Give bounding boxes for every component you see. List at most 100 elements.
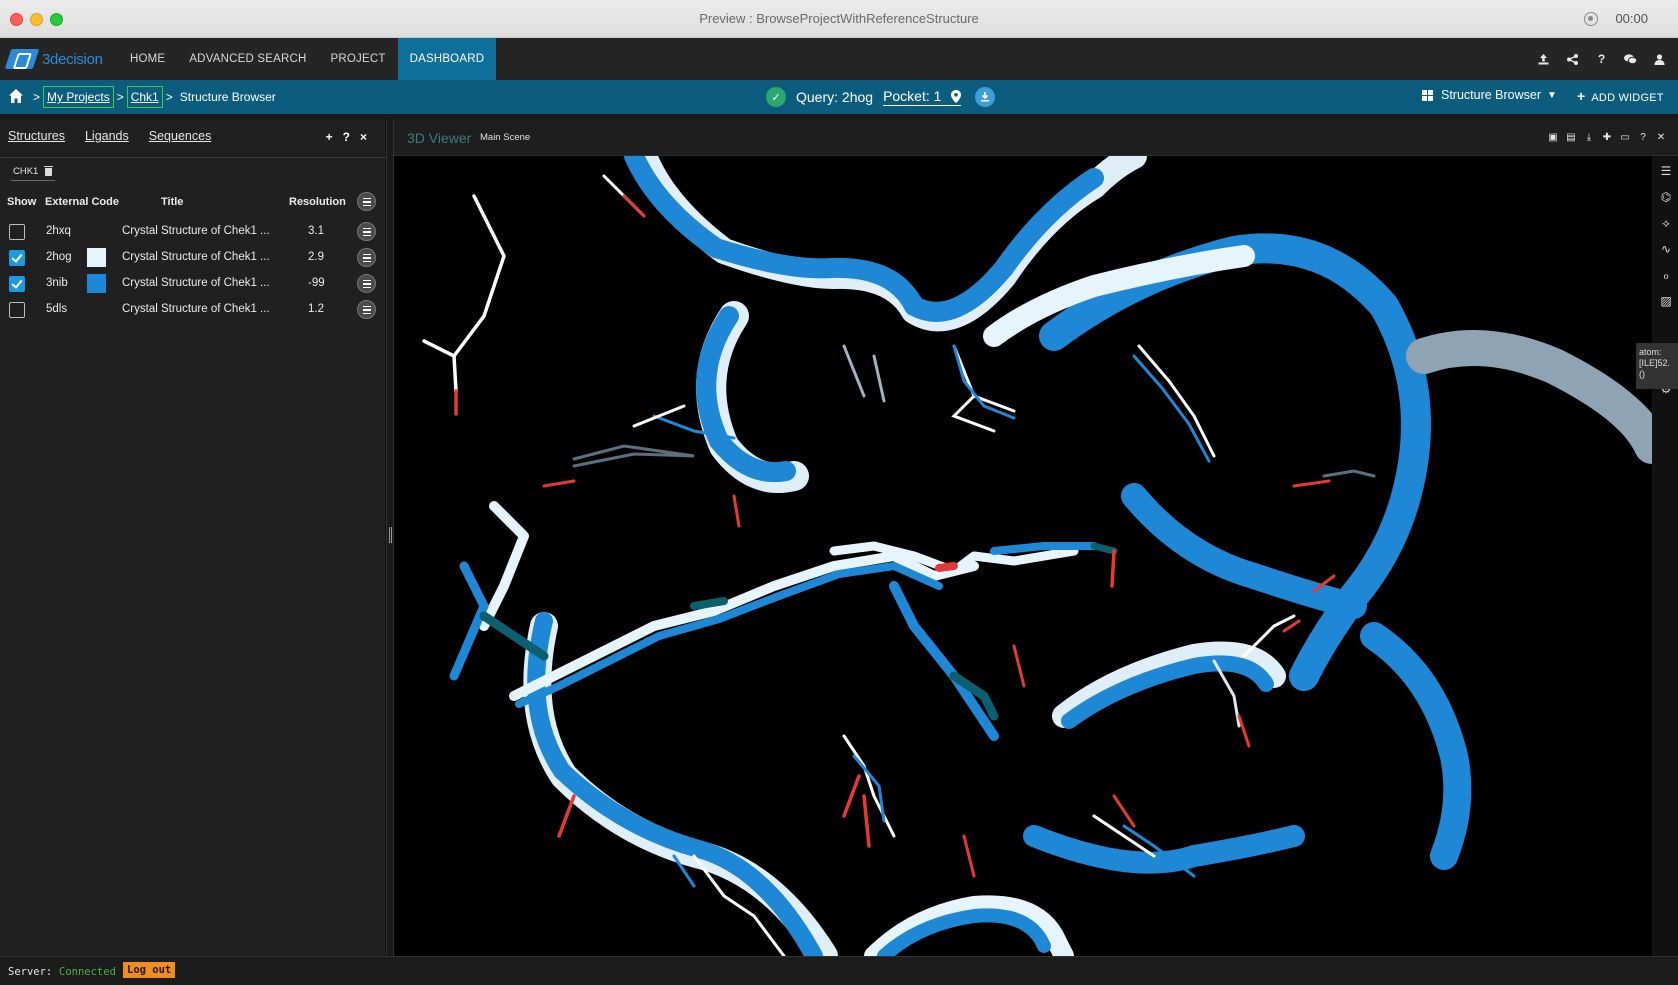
share-icon[interactable] — [1558, 38, 1587, 80]
tab-ligands[interactable]: Ligands — [85, 129, 129, 143]
help-icon[interactable]: ? — [1634, 131, 1652, 144]
structure-title: Crystal Structure of Chek1 ... — [122, 303, 270, 315]
record-icon[interactable] — [1584, 12, 1598, 26]
server-label: Server: — [8, 966, 53, 978]
molecular-scene[interactable] — [394, 156, 1652, 956]
resolution: 2.9 — [308, 251, 324, 263]
tab-structures[interactable]: Structures — [8, 129, 65, 143]
logout-button[interactable]: Log out — [123, 962, 176, 978]
add-widget-label: ADD WIDGET — [1591, 92, 1664, 104]
home-icon[interactable] — [8, 88, 24, 104]
viewer-toolbar: ▣ ▤ ⤓ ✚ ▭ ? ✕ — [1544, 131, 1670, 144]
app-window: Preview : BrowseProjectWithReferenceStru… — [0, 0, 1678, 985]
nav-home[interactable]: HOME — [118, 38, 177, 80]
map-pin-icon — [951, 89, 962, 103]
query-info: ✓ Query: 2hog Pocket: 1 — [766, 85, 996, 109]
row-menu-button[interactable] — [357, 274, 376, 293]
view-selector-dropdown[interactable]: Structure Browser ▼ — [1422, 88, 1557, 102]
structures-table: Show External Code Title Resolution 2hxq… — [0, 187, 386, 321]
surface-icon[interactable]: ⟡ — [1655, 212, 1677, 234]
top-navbar: 3decision HOME ADVANCED SEARCH PROJECT D… — [0, 38, 1678, 80]
breadcrumb-separator: > — [116, 90, 124, 104]
panel-add-button[interactable]: + — [326, 130, 333, 144]
download-icon[interactable]: ⤓ — [1580, 131, 1598, 144]
external-code: 5dls — [46, 303, 68, 315]
structure-title: Crystal Structure of Chek1 ... — [122, 277, 270, 289]
breadcrumb-current: Structure Browser — [179, 90, 276, 104]
help-icon[interactable]: ? — [1587, 38, 1616, 80]
project-tag-label: CHK1 — [13, 166, 39, 177]
structures-panel: Structures Ligands Sequences + ? × CHK1 … — [0, 119, 386, 956]
panel-close-button[interactable]: × — [360, 130, 367, 144]
breadcrumb-chk1[interactable]: Chk1 — [126, 86, 163, 108]
app-logo[interactable]: 3decision — [4, 47, 103, 71]
menu-icon[interactable]: ☰ — [1655, 160, 1677, 182]
atom-tooltip-line: atom: — [1639, 347, 1662, 357]
row-menu-button[interactable] — [357, 248, 376, 267]
chat-icon[interactable] — [1616, 38, 1645, 80]
breadcrumb-toolbar: > My Projects > Chk1 > Structure Browser… — [0, 80, 1678, 114]
table-row: 5dls Crystal Structure of Chek1 ... 1.2 — [0, 295, 386, 321]
column-header-resolution[interactable]: Resolution — [289, 196, 346, 208]
window-titlebar: Preview : BrowseProjectWithReferenceStru… — [0, 0, 1678, 38]
show-checkbox[interactable] — [9, 276, 25, 292]
panel-help-button[interactable]: ? — [343, 130, 350, 144]
nav-icon-group: ? — [1529, 38, 1674, 80]
download-pocket-button[interactable] — [975, 87, 996, 107]
cartoon-icon[interactable]: ▨ — [1655, 290, 1677, 312]
main-nav: HOME ADVANCED SEARCH PROJECT DASHBOARD — [118, 38, 497, 80]
resolution: 1.2 — [308, 303, 324, 315]
column-header-show: Show — [7, 196, 37, 208]
logo-mark-icon — [4, 49, 40, 69]
download-icon — [981, 92, 990, 102]
check-icon: ✓ — [766, 87, 786, 107]
scene-name[interactable]: Main Scene — [480, 132, 530, 143]
close-icon[interactable]: ✕ — [1652, 131, 1670, 144]
pocket-label: Pocket: 1 — [883, 88, 942, 104]
column-header-title[interactable]: Title — [161, 196, 183, 208]
molecule-icon[interactable]: ⌬ — [1655, 186, 1677, 208]
tab-sequences[interactable]: Sequences — [149, 129, 212, 143]
save-icon[interactable]: ▤ — [1562, 131, 1580, 144]
external-code: 3nib — [46, 277, 68, 289]
nav-advanced-search[interactable]: ADVANCED SEARCH — [177, 38, 318, 80]
structure-color-swatch[interactable] — [87, 274, 106, 293]
pocket-selector[interactable]: Pocket: 1 — [883, 88, 962, 106]
nav-project[interactable]: PROJECT — [318, 38, 397, 80]
panel-resize-handle[interactable] — [386, 119, 394, 956]
structure-color-swatch[interactable] — [87, 248, 106, 267]
server-status: Connected — [59, 966, 116, 978]
show-checkbox[interactable] — [9, 250, 25, 266]
logo-text: 3decision — [42, 50, 103, 68]
row-menu-button[interactable] — [357, 222, 376, 241]
grid-icon — [1422, 89, 1433, 101]
atom-tooltip: atom: [ILE]52. () — [1636, 343, 1678, 389]
image-icon[interactable]: ▣ — [1544, 131, 1562, 144]
row-menu-button[interactable] — [357, 300, 376, 319]
viewer-header: 3D Viewer Main Scene ▣ ▤ ⤓ ✚ ▭ ? ✕ — [394, 119, 1678, 156]
column-header-external-code[interactable]: External Code — [45, 196, 119, 208]
status-bar: Server: Connected Log out — [0, 956, 1678, 985]
caret-down-icon: ▼ — [1547, 89, 1557, 101]
add-icon[interactable]: ✚ — [1598, 131, 1616, 144]
upload-icon[interactable] — [1529, 38, 1558, 80]
show-checkbox[interactable] — [9, 302, 25, 318]
table-row: 3nib Crystal Structure of Chek1 ... -99 — [0, 269, 386, 295]
structure-title: Crystal Structure of Chek1 ... — [122, 225, 270, 237]
breadcrumb-my-projects[interactable]: My Projects — [43, 86, 114, 108]
screen-icon[interactable]: ▭ — [1616, 131, 1634, 144]
external-code: 2hog — [46, 251, 72, 263]
column-menu-button[interactable] — [357, 192, 376, 211]
view-selector-label: Structure Browser — [1441, 88, 1542, 102]
add-widget-button[interactable]: + ADD WIDGET — [1577, 88, 1664, 104]
query-label: Query: 2hog — [796, 89, 874, 105]
nav-dashboard[interactable]: DASHBOARD — [397, 38, 497, 80]
plus-icon: + — [1577, 88, 1586, 104]
show-checkbox[interactable] — [9, 224, 25, 240]
table-row: 2hxq Crystal Structure of Chek1 ... 3.1 — [0, 217, 386, 243]
ribbon-icon[interactable]: ∿ — [1655, 238, 1677, 260]
panel-tabs: Structures Ligands Sequences — [8, 129, 231, 143]
hbond-icon[interactable]: ℴ — [1655, 264, 1677, 286]
user-icon[interactable] — [1645, 38, 1674, 80]
trash-icon[interactable] — [44, 165, 54, 176]
